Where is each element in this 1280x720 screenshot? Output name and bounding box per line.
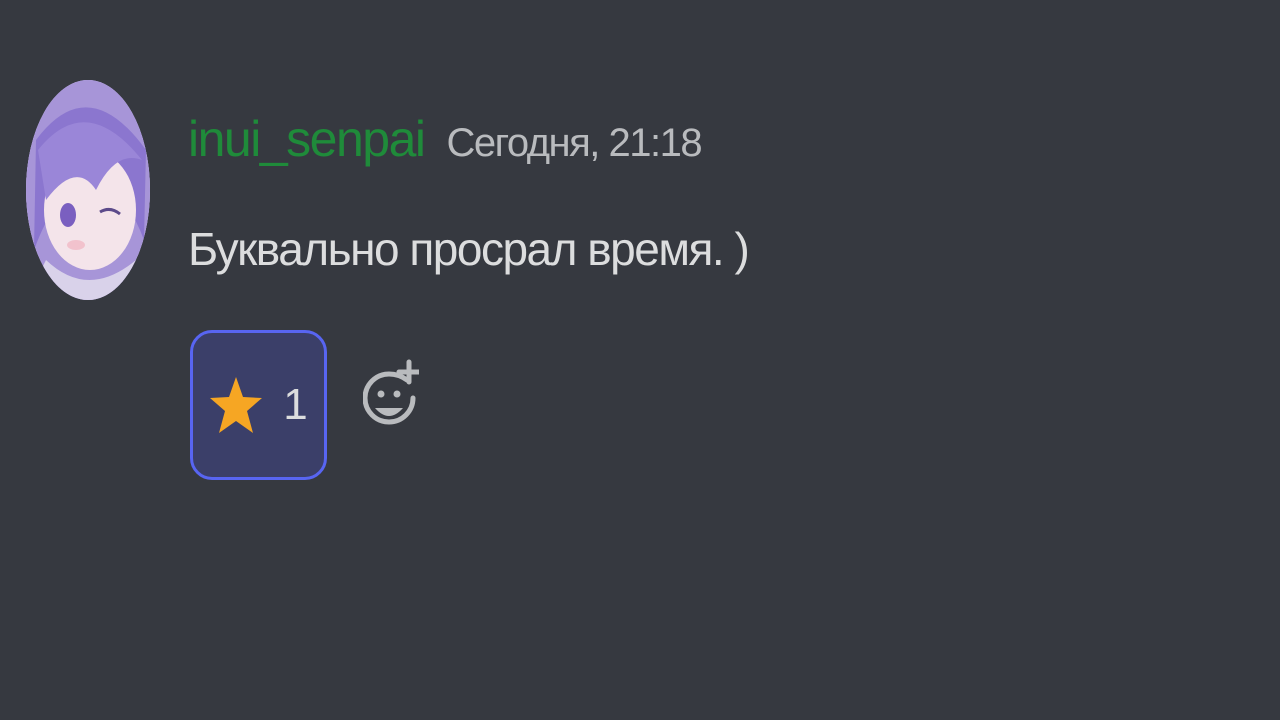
add-reaction-button[interactable] (362, 358, 422, 453)
message-text: Буквально просрал время. ) (188, 223, 750, 275)
avatar-image (26, 80, 150, 300)
timestamp: Сегодня, 21:18 (446, 121, 702, 165)
username[interactable]: inui_senpai (188, 104, 426, 174)
star-icon (209, 375, 263, 435)
chat-message: inui_senpai Сегодня, 21:18 Буквально про… (0, 0, 1280, 720)
add-reaction-icon (362, 358, 422, 453)
reaction-count: 1 (283, 380, 308, 429)
reaction-star[interactable]: 1 (190, 330, 327, 480)
reactions-bar: 1 (190, 330, 422, 480)
message-header: inui_senpai Сегодня, 21:18 (188, 104, 703, 174)
user-avatar[interactable] (26, 80, 150, 300)
